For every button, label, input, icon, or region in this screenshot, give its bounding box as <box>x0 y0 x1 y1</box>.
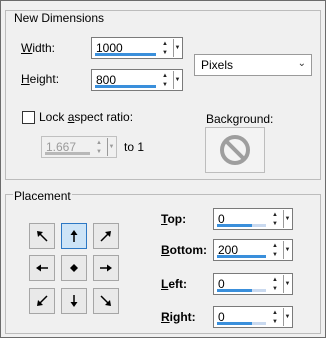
width-slider-fill <box>95 53 156 56</box>
aspect-ratio-slider <box>45 152 90 155</box>
placement-title: Placement <box>13 189 72 203</box>
bottom-up-icon[interactable]: ▲ <box>268 241 282 250</box>
aspect-up-icon: ▲ <box>96 139 102 146</box>
top-up-icon[interactable]: ▲ <box>268 210 282 219</box>
height-spinner[interactable]: ▲ ▼ <box>158 71 172 89</box>
left-down-icon[interactable]: ▼ <box>268 284 282 293</box>
placement-middle-right-button[interactable] <box>93 255 119 281</box>
canvas-size-dialog: New Dimensions Width: 1000 ▲ ▼ ▼ Height: … <box>0 0 326 338</box>
left-spinner[interactable]: ▲ ▼ <box>268 275 282 293</box>
top-spinner[interactable]: ▲ ▼ <box>268 210 282 228</box>
width-up-icon[interactable]: ▲ <box>158 39 172 48</box>
aspect-ratio-slider-fill <box>45 152 90 155</box>
placement-top-right-button[interactable] <box>93 223 119 249</box>
arrow-up-icon <box>70 230 78 242</box>
top-slider-fill <box>217 224 253 227</box>
right-slider[interactable] <box>217 322 266 325</box>
height-down-icon[interactable]: ▼ <box>158 80 172 89</box>
top-dropdown-icon[interactable]: ▼ <box>283 210 291 228</box>
bottom-label: Bottom: <box>161 243 207 257</box>
top-input[interactable]: 0 ▲ ▼ ▼ <box>213 208 293 230</box>
right-up-icon[interactable]: ▲ <box>268 308 282 317</box>
right-label: Right: <box>161 310 196 324</box>
width-spinner[interactable]: ▲ ▼ <box>158 39 172 57</box>
left-up-icon[interactable]: ▲ <box>268 275 282 284</box>
width-label: Width: <box>21 41 56 55</box>
placement-bottom-center-button[interactable] <box>61 288 87 314</box>
top-down-icon[interactable]: ▼ <box>268 219 282 228</box>
left-slider[interactable] <box>217 289 266 292</box>
arrow-up-right-icon <box>100 231 111 242</box>
bottom-slider-fill <box>217 255 266 258</box>
height-slider[interactable] <box>95 85 156 88</box>
left-label: Left: <box>161 277 188 291</box>
placement-bottom-left-button[interactable] <box>29 288 55 314</box>
aspect-down-icon: ▼ <box>96 148 102 155</box>
arrow-right-icon <box>100 264 112 272</box>
bottom-input[interactable]: 200 ▲ ▼ ▼ <box>213 239 293 261</box>
right-spinner[interactable]: ▲ ▼ <box>268 308 282 326</box>
bottom-spinner[interactable]: ▲ ▼ <box>268 241 282 259</box>
top-slider[interactable] <box>217 224 266 227</box>
arrow-down-right-icon <box>100 295 111 306</box>
background-label: Background: <box>206 112 274 126</box>
background-swatch[interactable] <box>205 127 265 173</box>
height-input[interactable]: 800 ▲ ▼ ▼ <box>91 69 183 91</box>
left-dropdown-icon[interactable]: ▼ <box>283 275 291 293</box>
chevron-down-icon: ⌄ <box>297 58 306 69</box>
height-dropdown-icon[interactable]: ▼ <box>173 71 181 89</box>
lock-aspect-label[interactable]: Lock aspect ratio: <box>39 110 133 124</box>
aspect-dropdown-icon: ▼ <box>107 138 115 156</box>
placement-bottom-right-button[interactable] <box>93 288 119 314</box>
no-symbol-icon <box>220 135 250 165</box>
arrow-down-left-icon <box>37 295 48 306</box>
aspect-ratio-input: 1.667 ▲ ▼ ▼ <box>41 136 117 158</box>
right-dropdown-icon[interactable]: ▼ <box>283 308 291 326</box>
bottom-down-icon[interactable]: ▼ <box>268 250 282 259</box>
height-up-icon[interactable]: ▲ <box>158 71 172 80</box>
placement-top-left-button[interactable] <box>29 223 55 249</box>
placement-middle-left-button[interactable] <box>29 255 55 281</box>
right-slider-fill <box>217 322 253 325</box>
height-label: Height: <box>21 72 60 86</box>
placement-center-button[interactable] <box>61 255 87 281</box>
top-label: Top: <box>161 212 187 226</box>
height-slider-fill <box>95 85 156 88</box>
center-dot-icon <box>70 264 78 272</box>
width-dropdown-icon[interactable]: ▼ <box>173 39 181 57</box>
placement-top-center-button[interactable] <box>61 223 87 249</box>
left-slider-fill <box>217 289 253 292</box>
units-select[interactable]: Pixels ⌄ <box>194 54 312 76</box>
aspect-ratio-spinner: ▲ ▼ <box>92 138 106 156</box>
bottom-slider[interactable] <box>217 255 266 258</box>
width-input[interactable]: 1000 ▲ ▼ ▼ <box>91 37 183 59</box>
arrow-left-icon <box>36 264 48 272</box>
arrow-up-left-icon <box>37 231 48 242</box>
width-slider[interactable] <box>95 53 156 56</box>
units-value: Pixels <box>201 58 234 72</box>
bottom-dropdown-icon[interactable]: ▼ <box>283 241 291 259</box>
width-down-icon[interactable]: ▼ <box>158 48 172 57</box>
to-one-label: to 1 <box>124 140 145 154</box>
right-input[interactable]: 0 ▲ ▼ ▼ <box>213 306 293 328</box>
arrow-down-icon <box>70 295 78 307</box>
new-dimensions-title: New Dimensions <box>13 11 106 25</box>
lock-aspect-checkbox[interactable] <box>22 111 35 124</box>
left-input[interactable]: 0 ▲ ▼ ▼ <box>213 273 293 295</box>
right-down-icon[interactable]: ▼ <box>268 317 282 326</box>
